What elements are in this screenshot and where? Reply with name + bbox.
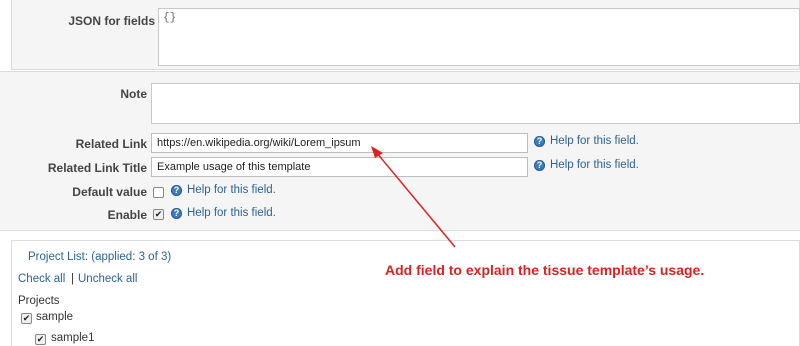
- project-checkbox-sample1[interactable]: ✔: [35, 334, 46, 345]
- default-value-help-text[interactable]: Help for this field.: [187, 184, 276, 196]
- help-circle-icon: ?: [171, 207, 182, 219]
- project-label-sample1: sample1: [51, 332, 95, 344]
- link-separator: |: [71, 273, 74, 285]
- enable-help[interactable]: ? Help for this field.: [171, 207, 276, 219]
- enable-help-text[interactable]: Help for this field.: [187, 207, 276, 219]
- json-fields-textarea[interactable]: {}: [158, 8, 800, 66]
- annotation-text: Add field to explain the tissue template…: [385, 262, 705, 278]
- note-label: Note: [120, 87, 147, 101]
- related-link-label: Related Link: [75, 137, 147, 151]
- related-link-title-input[interactable]: Example usage of this template: [151, 157, 528, 177]
- checkmark-icon: ✔: [22, 313, 31, 323]
- checkmark-icon: ✔: [36, 334, 45, 344]
- projects-heading: Projects: [18, 295, 60, 307]
- enable-label: Enable: [107, 208, 147, 222]
- related-link-title-help-text[interactable]: Help for this field.: [550, 159, 639, 171]
- related-link-title-help[interactable]: ? Help for this field.: [534, 159, 639, 171]
- related-link-title-label: Related Link Title: [47, 161, 147, 175]
- project-label-sample: sample: [36, 311, 74, 323]
- related-link-input[interactable]: https://en.wikipedia.org/wiki/Lorem_ipsu…: [151, 133, 528, 153]
- project-checkbox-sample[interactable]: ✔: [21, 313, 32, 324]
- checkmark-icon: ✔: [154, 209, 163, 219]
- default-value-label: Default value: [72, 185, 147, 199]
- default-value-checkbox[interactable]: [153, 187, 164, 198]
- help-circle-icon: ?: [534, 135, 545, 147]
- help-circle-icon: ?: [534, 159, 545, 171]
- default-value-help[interactable]: ? Help for this field.: [171, 184, 276, 196]
- project-list-toggle[interactable]: Project List: (applied: 3 of 3): [28, 251, 171, 263]
- note-textarea[interactable]: [151, 83, 800, 124]
- enable-checkbox[interactable]: ✔: [153, 209, 164, 220]
- uncheck-all-link[interactable]: Uncheck all: [78, 273, 137, 285]
- json-fields-label: JSON for fields: [68, 14, 155, 28]
- check-all-link[interactable]: Check all: [18, 273, 65, 285]
- related-link-help-text[interactable]: Help for this field.: [550, 135, 639, 147]
- help-circle-icon: ?: [171, 184, 182, 196]
- related-link-help[interactable]: ? Help for this field.: [534, 135, 639, 147]
